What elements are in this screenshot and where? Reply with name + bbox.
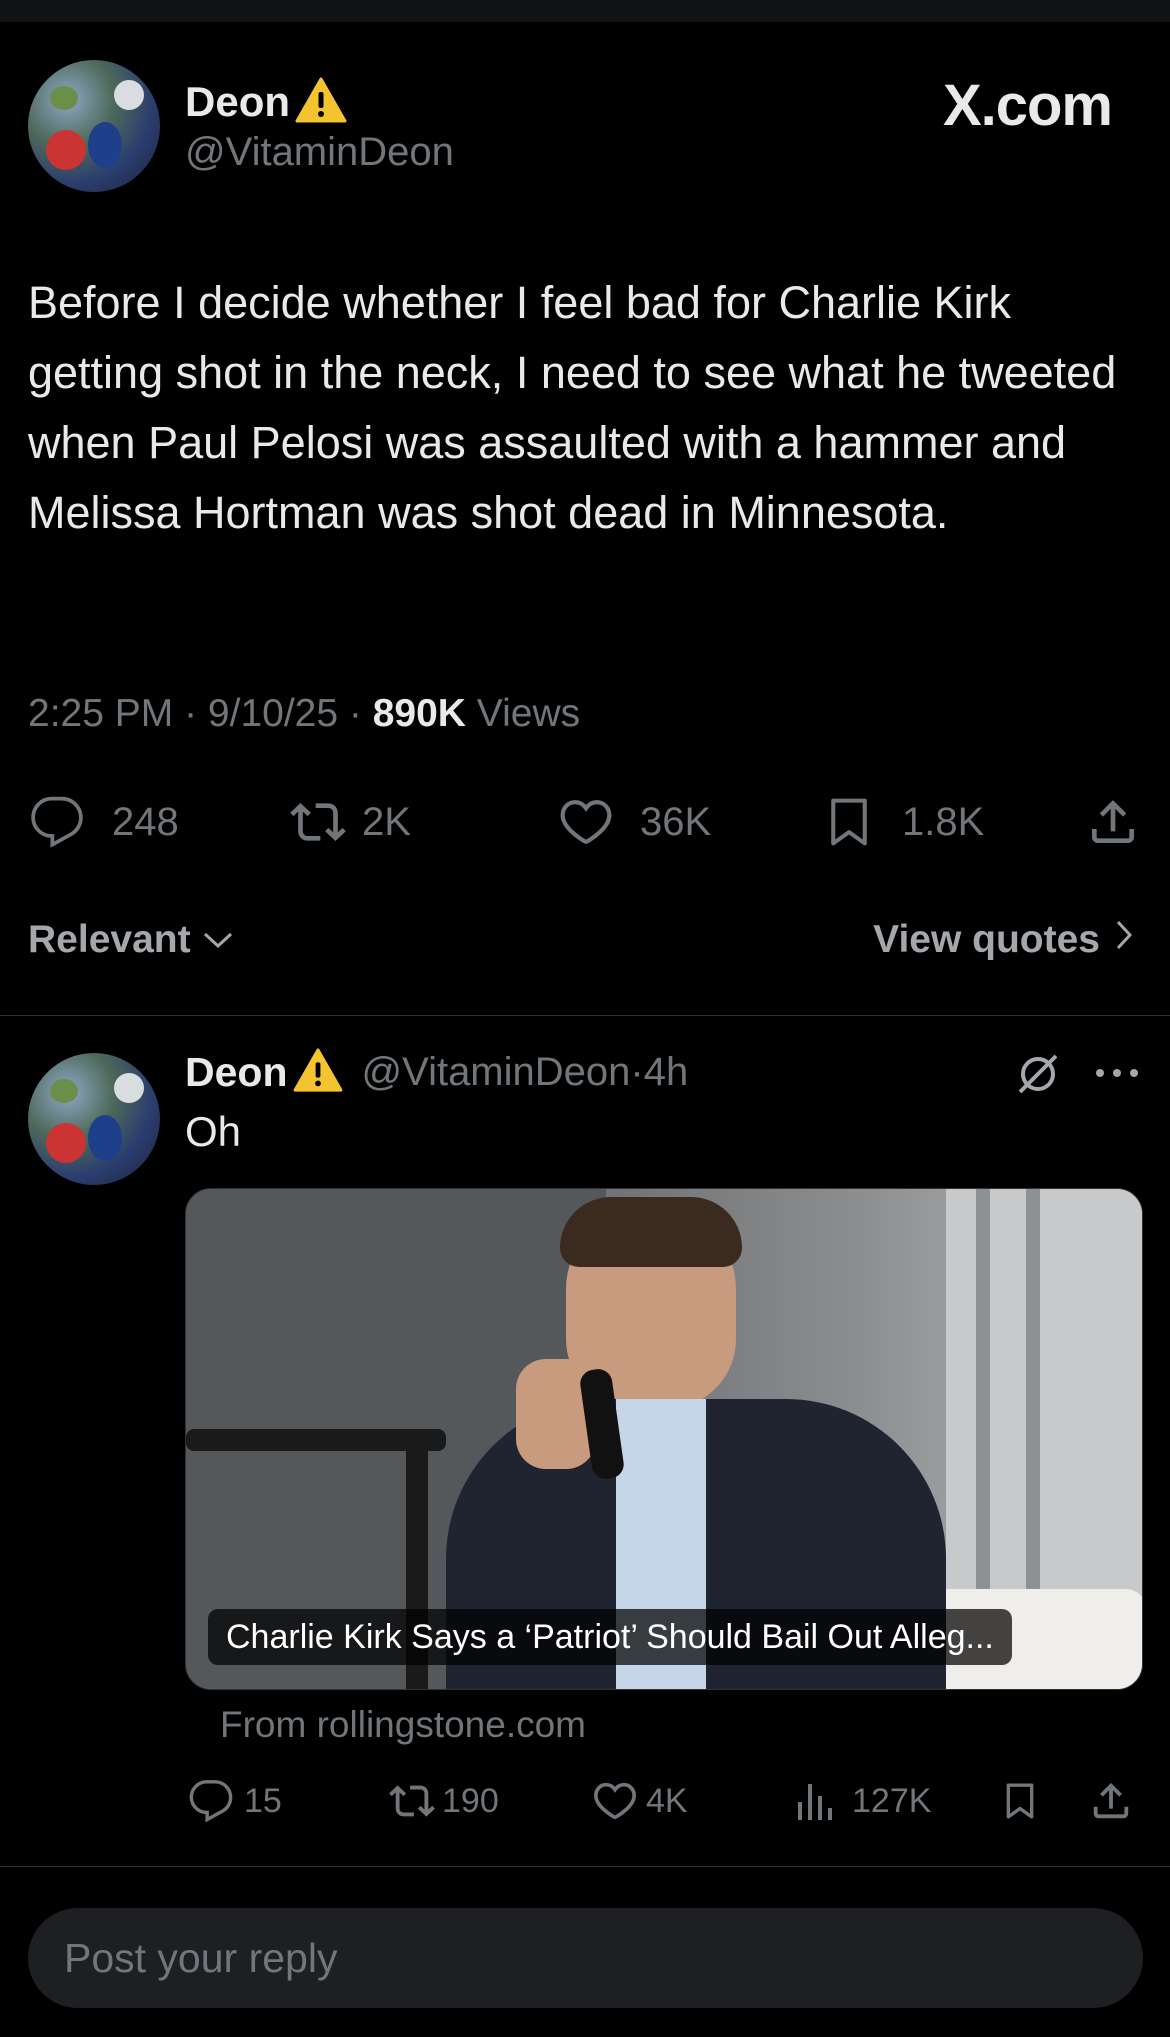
reply-author-name[interactable]: Deon bbox=[185, 1049, 288, 1096]
author-name[interactable]: Deon bbox=[185, 78, 290, 126]
author-row: Deon bbox=[185, 72, 348, 132]
views-count[interactable]: 890K bbox=[373, 692, 466, 735]
reply-icon bbox=[28, 794, 86, 850]
repost-icon bbox=[286, 794, 350, 850]
reply-like-button[interactable]: 4K bbox=[590, 1776, 688, 1826]
sort-label: Relevant bbox=[28, 918, 191, 961]
bookmark-icon bbox=[822, 792, 876, 852]
like-count: 36K bbox=[640, 799, 712, 844]
post-time: 2:25 PM bbox=[28, 692, 174, 735]
post-meta: 2:25 PM · 9/10/25 · 890K Views bbox=[28, 692, 581, 735]
view-quotes-link[interactable]: View quotes bbox=[873, 918, 1134, 962]
repost-count: 2K bbox=[362, 799, 411, 844]
share-button[interactable] bbox=[1085, 792, 1141, 852]
bookmark-count: 1.8K bbox=[902, 799, 985, 844]
reply-reply-button[interactable]: 15 bbox=[188, 1776, 282, 1826]
reply-views-count: 127K bbox=[852, 1781, 932, 1820]
post-date: 9/10/25 bbox=[207, 692, 339, 735]
card-caption: Charlie Kirk Says a ‘Patriot’ Should Bai… bbox=[208, 1609, 1012, 1665]
chevron-right-icon bbox=[1114, 918, 1134, 962]
reply-like-count: 4K bbox=[646, 1781, 688, 1820]
chevron-down-icon bbox=[201, 918, 235, 962]
reply-author-row: Deon @VitaminDeon · 4h bbox=[185, 1044, 688, 1100]
bookmark-icon bbox=[1000, 1777, 1040, 1825]
reply-age: 4h bbox=[643, 1049, 689, 1094]
grok-icon[interactable] bbox=[1014, 1050, 1062, 1103]
reply-author-handle[interactable]: @VitaminDeon bbox=[362, 1050, 631, 1095]
reply-count: 248 bbox=[112, 799, 179, 844]
views-label: Views bbox=[476, 692, 581, 735]
repost-button[interactable]: 2K bbox=[286, 792, 411, 852]
status-bar bbox=[0, 0, 1170, 22]
reply-views-button[interactable]: 127K bbox=[794, 1776, 931, 1826]
reply-reply-count: 15 bbox=[244, 1781, 282, 1820]
bookmark-button[interactable]: 1.8K bbox=[822, 792, 984, 852]
heart-icon bbox=[590, 1778, 640, 1824]
warning-icon bbox=[292, 1047, 344, 1098]
share-icon bbox=[1088, 1778, 1134, 1824]
x-logo: X.com bbox=[942, 73, 1113, 138]
reply-share-button[interactable] bbox=[1088, 1776, 1134, 1826]
reply-icon bbox=[188, 1778, 234, 1824]
more-icon[interactable] bbox=[1094, 1066, 1140, 1085]
post-detail-screen: Deon @VitaminDeon X.com Before I decide … bbox=[0, 0, 1170, 2037]
reply-repost-button[interactable]: 190 bbox=[386, 1776, 499, 1826]
link-card[interactable]: Charlie Kirk Says a ‘Patriot’ Should Bai… bbox=[185, 1188, 1143, 1690]
reply-repost-count: 190 bbox=[442, 1781, 499, 1820]
like-button[interactable]: 36K bbox=[556, 792, 711, 852]
warning-icon bbox=[294, 76, 348, 129]
divider bbox=[0, 1015, 1170, 1016]
share-icon bbox=[1085, 794, 1141, 850]
avatar[interactable] bbox=[28, 60, 160, 192]
card-source[interactable]: From rollingstone.com bbox=[220, 1704, 586, 1746]
views-icon bbox=[794, 1778, 838, 1824]
repost-icon bbox=[386, 1778, 438, 1824]
reply-text: Oh bbox=[185, 1108, 242, 1155]
divider bbox=[0, 1866, 1170, 1867]
view-quotes-label: View quotes bbox=[873, 918, 1100, 961]
author-handle[interactable]: @VitaminDeon bbox=[185, 130, 454, 175]
reply-input[interactable]: Post your reply bbox=[28, 1908, 1143, 2008]
heart-icon bbox=[556, 794, 616, 850]
sort-dropdown[interactable]: Relevant bbox=[28, 918, 235, 962]
reply-bookmark-button[interactable] bbox=[1000, 1776, 1040, 1826]
post-text: Before I decide whether I feel bad for C… bbox=[28, 277, 1117, 538]
reply-avatar[interactable] bbox=[28, 1053, 160, 1185]
reply-button[interactable]: 248 bbox=[28, 792, 179, 852]
